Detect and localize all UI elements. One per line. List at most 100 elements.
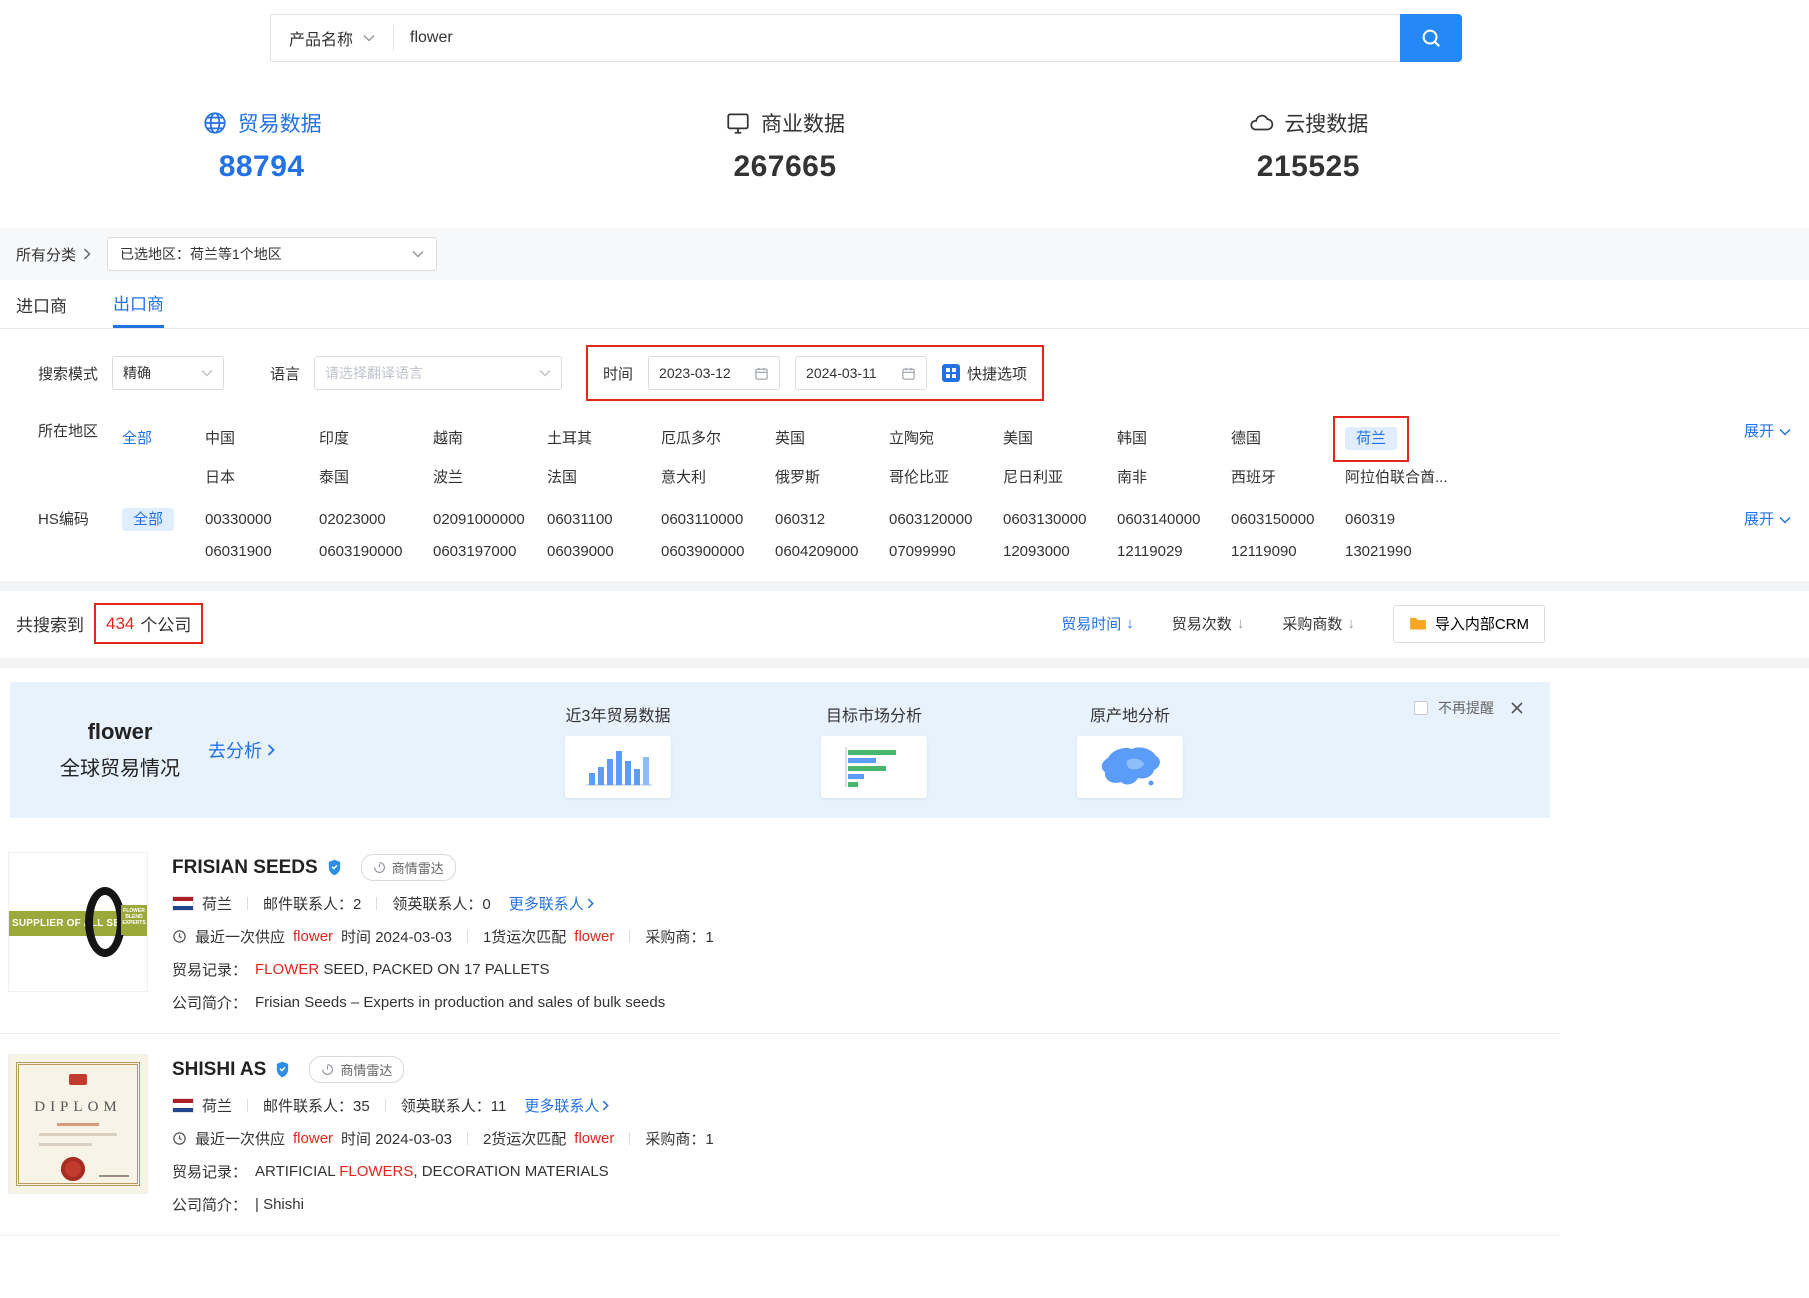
import-crm-button[interactable]: 导入内部CRM xyxy=(1393,605,1545,643)
hs-code-item[interactable]: 0603110000 xyxy=(661,504,775,536)
region-item[interactable]: 立陶宛 xyxy=(889,423,1003,455)
region-item[interactable]: 厄瓜多尔 xyxy=(661,423,775,455)
region-expand-button[interactable]: 展开 xyxy=(1744,416,1793,448)
analyze-link[interactable]: 去分析 xyxy=(208,737,275,763)
hs-code-item[interactable]: 0603900000 xyxy=(661,536,775,568)
tab-importer[interactable]: 进口商 xyxy=(16,280,67,328)
section-divider xyxy=(0,658,1809,668)
region-item-selected[interactable]: 荷兰 xyxy=(1345,427,1397,450)
sort-trade-count[interactable]: 贸易次数 ↓ xyxy=(1172,613,1245,634)
stat-business-data[interactable]: 商业数据 267665 xyxy=(523,108,1046,184)
bar-chart-thumbnail xyxy=(565,736,671,798)
search-input[interactable] xyxy=(394,15,1400,61)
hs-code-item[interactable]: 0603190000 xyxy=(319,536,433,568)
region-item[interactable]: 南非 xyxy=(1117,462,1231,494)
hs-expand-button[interactable]: 展开 xyxy=(1744,504,1793,536)
company-profile: | Shishi xyxy=(255,1196,304,1213)
date-from-input[interactable]: 2023-03-12 xyxy=(648,356,780,390)
arrow-down-icon: ↓ xyxy=(1237,615,1245,632)
trade-analysis-banner: flower 全球贸易情况 去分析 近3年贸易数据 目标 xyxy=(10,682,1550,818)
quick-options-button[interactable]: 快捷选项 xyxy=(942,363,1027,384)
company-name[interactable]: SHISHI AS xyxy=(172,1059,266,1081)
business-radar-badge[interactable]: 商情雷达 xyxy=(361,854,456,881)
region-item[interactable]: 越南 xyxy=(433,423,547,455)
hs-code-item[interactable]: 02091000000 xyxy=(433,504,547,536)
hs-code-item[interactable]: 12119090 xyxy=(1231,536,1345,568)
region-item[interactable]: 日本 xyxy=(205,462,319,494)
company-name[interactable]: FRISIAN SEEDS xyxy=(172,857,318,879)
banner-card-trade-trend[interactable]: 近3年贸易数据 xyxy=(565,702,671,798)
search-button[interactable] xyxy=(1400,14,1462,62)
date-to-input[interactable]: 2024-03-11 xyxy=(795,356,927,390)
hs-code-item[interactable]: 060312 xyxy=(775,504,889,536)
company-results-list: SUPPLIER OF ALL SEEDS FLOWER BLEND EXPER… xyxy=(0,832,1809,1236)
category-filter-bar: 所有分类 已选地区：荷兰等1个地区 xyxy=(0,228,1809,280)
search-mode-value: 精确 xyxy=(123,363,151,383)
hs-code-item[interactable]: 0603130000 xyxy=(1003,504,1117,536)
hs-code-item[interactable]: 12093000 xyxy=(1003,536,1117,568)
tab-exporter[interactable]: 出口商 xyxy=(113,280,164,328)
language-select[interactable]: 请选择翻译语言 xyxy=(314,356,562,390)
supply-prefix: 最近一次供应 xyxy=(195,926,285,947)
company-logo[interactable]: SUPPLIER OF ALL SEEDS FLOWER BLEND EXPER… xyxy=(8,852,148,992)
company-country: 荷兰 xyxy=(202,893,232,914)
hs-code-item[interactable]: 0603150000 xyxy=(1231,504,1345,536)
region-item[interactable]: 哥伦比亚 xyxy=(889,462,1003,494)
region-item[interactable]: 俄罗斯 xyxy=(775,462,889,494)
hs-code-item[interactable]: 06039000 xyxy=(547,536,661,568)
region-item[interactable]: 中国 xyxy=(205,423,319,455)
stat-trade-data[interactable]: 贸易数据 88794 xyxy=(0,108,523,184)
region-item[interactable]: 尼日利亚 xyxy=(1003,462,1117,494)
email-contacts: 邮件联系人：2 xyxy=(263,893,361,914)
hs-code-item[interactable]: 00330000 xyxy=(205,504,319,536)
region-item[interactable]: 韩国 xyxy=(1117,423,1231,455)
all-categories-link[interactable]: 所有分类 xyxy=(16,244,91,265)
banner-card-target-market[interactable]: 目标市场分析 xyxy=(821,702,927,798)
business-radar-badge[interactable]: 商情雷达 xyxy=(309,1056,404,1083)
hs-code-item[interactable]: 13021990 xyxy=(1345,536,1459,568)
hs-code-item[interactable]: 06031100 xyxy=(547,504,661,536)
search-category-dropdown[interactable]: 产品名称 xyxy=(271,25,394,51)
hs-code-item[interactable]: 0603120000 xyxy=(889,504,1003,536)
region-item[interactable]: 泰国 xyxy=(319,462,433,494)
hs-code-item[interactable]: 0603140000 xyxy=(1117,504,1231,536)
banner-card-origin-analysis[interactable]: 原产地分析 xyxy=(1077,702,1183,798)
radar-icon xyxy=(321,1063,334,1076)
stat-value: 267665 xyxy=(523,150,1046,184)
hs-code-item[interactable]: 060319 xyxy=(1345,504,1459,536)
clock-icon xyxy=(172,929,187,944)
company-logo[interactable]: DIPLOM xyxy=(8,1054,148,1194)
hs-code-item[interactable]: 06031900 xyxy=(205,536,319,568)
hs-code-item[interactable]: 02023000 xyxy=(319,504,433,536)
hs-code-item[interactable]: 0604209000 xyxy=(775,536,889,568)
dismiss-checkbox[interactable] xyxy=(1414,701,1428,715)
region-item[interactable]: 美国 xyxy=(1003,423,1117,455)
hs-all-option[interactable]: 全部 xyxy=(122,508,174,531)
shipment-keyword: flower xyxy=(574,1130,614,1147)
trade-record: FLOWER SEED, PACKED ON 17 PALLETS xyxy=(255,961,550,978)
region-item[interactable]: 西班牙 xyxy=(1231,462,1345,494)
more-contacts-link[interactable]: 更多联系人 xyxy=(524,1095,609,1116)
region-item[interactable]: 波兰 xyxy=(433,462,547,494)
stat-value: 215525 xyxy=(1047,150,1570,184)
close-icon[interactable] xyxy=(1510,701,1524,715)
region-item[interactable]: 英国 xyxy=(775,423,889,455)
search-mode-select[interactable]: 精确 xyxy=(112,356,224,390)
more-contacts-link[interactable]: 更多联系人 xyxy=(509,893,594,914)
analyze-label: 去分析 xyxy=(208,737,262,763)
sort-trade-time[interactable]: 贸易时间 ↓ xyxy=(1061,613,1134,634)
region-all-option[interactable]: 全部 xyxy=(122,423,205,455)
region-item[interactable]: 印度 xyxy=(319,423,433,455)
selected-region-label: 已选地区：荷兰等1个地区 xyxy=(120,244,282,264)
hs-code-item[interactable]: 12119029 xyxy=(1117,536,1231,568)
hs-code-item[interactable]: 0603197000 xyxy=(433,536,547,568)
hs-code-item[interactable]: 07099990 xyxy=(889,536,1003,568)
region-item[interactable]: 土耳其 xyxy=(547,423,661,455)
selected-region-dropdown[interactable]: 已选地区：荷兰等1个地区 xyxy=(107,237,437,271)
region-item[interactable]: 意大利 xyxy=(661,462,775,494)
region-item[interactable]: 德国 xyxy=(1231,423,1345,455)
region-item[interactable]: 阿拉伯联合酋... xyxy=(1345,462,1459,494)
region-item[interactable]: 法国 xyxy=(547,462,661,494)
stat-cloud-data[interactable]: 云搜数据 215525 xyxy=(1047,108,1570,184)
sort-buyer-count[interactable]: 采购商数 ↓ xyxy=(1282,613,1355,634)
